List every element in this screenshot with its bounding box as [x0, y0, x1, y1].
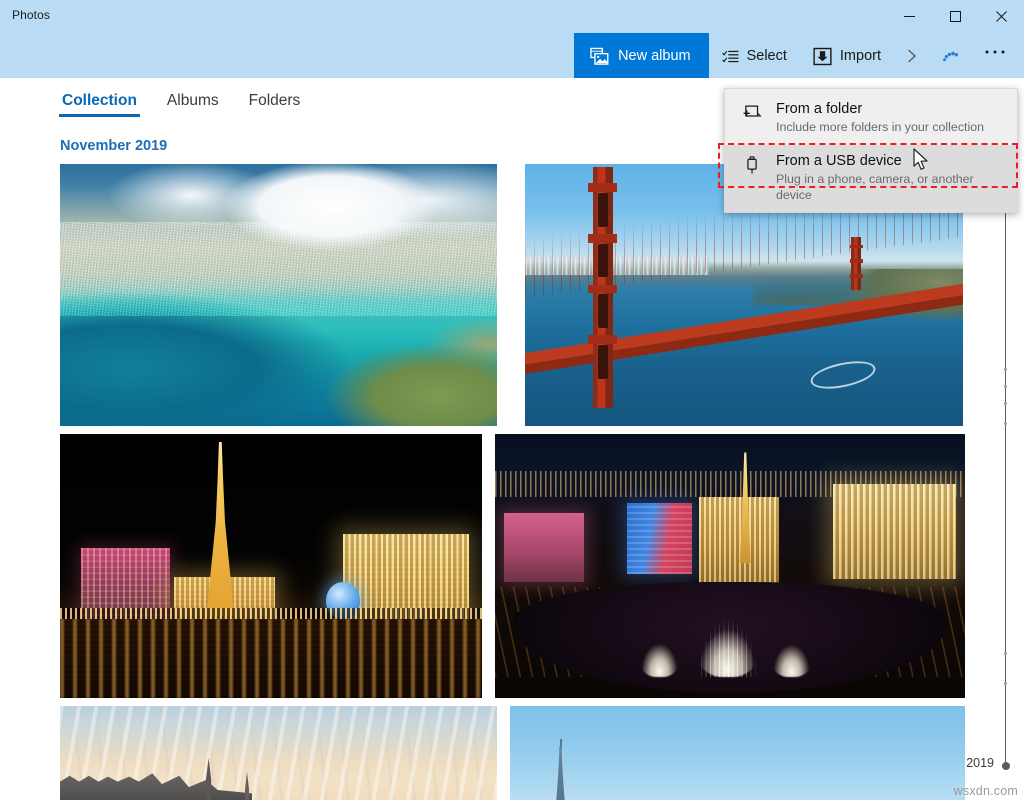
fountain-left [636, 613, 683, 677]
maximize-icon [949, 10, 961, 22]
import-button[interactable]: Import [800, 33, 894, 79]
bellagio-hotel-right [833, 484, 956, 580]
menu-item-texts: From a folder Include more folders in yo… [776, 101, 984, 136]
photo-grid-row [0, 434, 1024, 698]
folder-add-icon [743, 101, 763, 128]
bellagio-paris-hotel [699, 497, 780, 585]
menu-item-texts: From a USB device Plug in a phone, camer… [776, 153, 1007, 203]
eiffel-antenna [560, 739, 562, 748]
photo-paris-rooftops[interactable] [60, 706, 497, 800]
photo-eiffel-blue-sky[interactable] [510, 706, 965, 800]
sync-status-button[interactable] [930, 33, 972, 79]
timeline-year-label: 2019 [966, 756, 994, 770]
usb-device-icon [743, 153, 763, 180]
timeline-tick [1003, 385, 1007, 388]
timeline-tick [1003, 652, 1007, 655]
tab-folders[interactable]: Folders [246, 88, 304, 117]
timeline-tick [1003, 402, 1007, 405]
timeline-year-marker[interactable] [1001, 762, 1010, 770]
see-more-button[interactable] [972, 33, 1018, 79]
photo-honolulu-aerial[interactable] [60, 164, 497, 426]
menu-item-title: From a folder [776, 101, 863, 117]
sync-spinner-icon [943, 51, 959, 62]
month-group-header: November 2019 [60, 138, 168, 154]
close-button[interactable] [978, 0, 1024, 32]
photo-bellagio-fountains[interactable] [495, 434, 965, 698]
bellagio-hotel-blue [626, 502, 693, 575]
menu-item-title: From a USB device [776, 152, 902, 169]
more-ellipsis-icon [985, 50, 1005, 54]
menu-item-from-a-folder[interactable]: From a folder Include more folders in yo… [725, 93, 1017, 145]
photo-collection-pane: November 2019 [0, 126, 1024, 800]
command-bar: New album Select Import [574, 33, 1018, 79]
ggb-far-tower [849, 237, 864, 290]
vegas-shoreline-lights [60, 608, 482, 619]
new-album-button[interactable]: New album [574, 33, 709, 79]
maximize-button[interactable] [932, 0, 978, 32]
import-dropdown-menu: From a folder Include more folders in yo… [724, 88, 1018, 214]
app-title: Photos [12, 8, 50, 22]
ggb-main-tower [588, 166, 618, 408]
watermark-text: wsxdn.com [953, 784, 1018, 798]
new-album-icon [590, 47, 609, 65]
title-bar: Photos New album Select Import [0, 0, 1024, 79]
vegas-lake-reflection [60, 618, 482, 698]
photo-grid [0, 164, 1024, 800]
select-list-icon [721, 50, 739, 62]
close-icon [995, 10, 1007, 22]
minimize-button[interactable] [886, 0, 932, 32]
fountain-right [767, 616, 815, 677]
menu-item-from-a-usb-device[interactable]: From a USB device Plug in a phone, camer… [725, 144, 1017, 213]
tab-collection[interactable]: Collection [59, 88, 140, 117]
import-download-icon [813, 47, 832, 65]
timeline-tick [1003, 368, 1007, 371]
photos-app-window: Photos New album Select Import Collectio… [0, 0, 1024, 800]
new-album-label: New album [618, 48, 691, 64]
select-button[interactable]: Select [709, 33, 800, 79]
minimize-icon [903, 15, 915, 17]
chevron-right-icon [908, 49, 917, 63]
bellagio-hotel-pink [504, 513, 585, 582]
timeline-scrollbar[interactable]: 2019 [966, 126, 1024, 800]
tab-albums[interactable]: Albums [164, 88, 222, 117]
menu-item-subtitle: Plug in a phone, camera, or another devi… [776, 172, 974, 202]
import-label: Import [839, 48, 881, 64]
photo-grid-row [0, 706, 1024, 800]
select-label: Select [746, 48, 787, 64]
timeline-tick [1003, 682, 1007, 685]
timeline-tick [1003, 422, 1007, 425]
toolbar-expand-chevron[interactable] [894, 33, 930, 79]
window-controls [886, 0, 1024, 32]
photo-las-vegas-strip-night[interactable] [60, 434, 482, 698]
fountain-center-jets [692, 587, 763, 677]
menu-item-subtitle: Include more folders in your collection [776, 120, 984, 135]
eiffel-tower-silhouette [555, 746, 566, 800]
